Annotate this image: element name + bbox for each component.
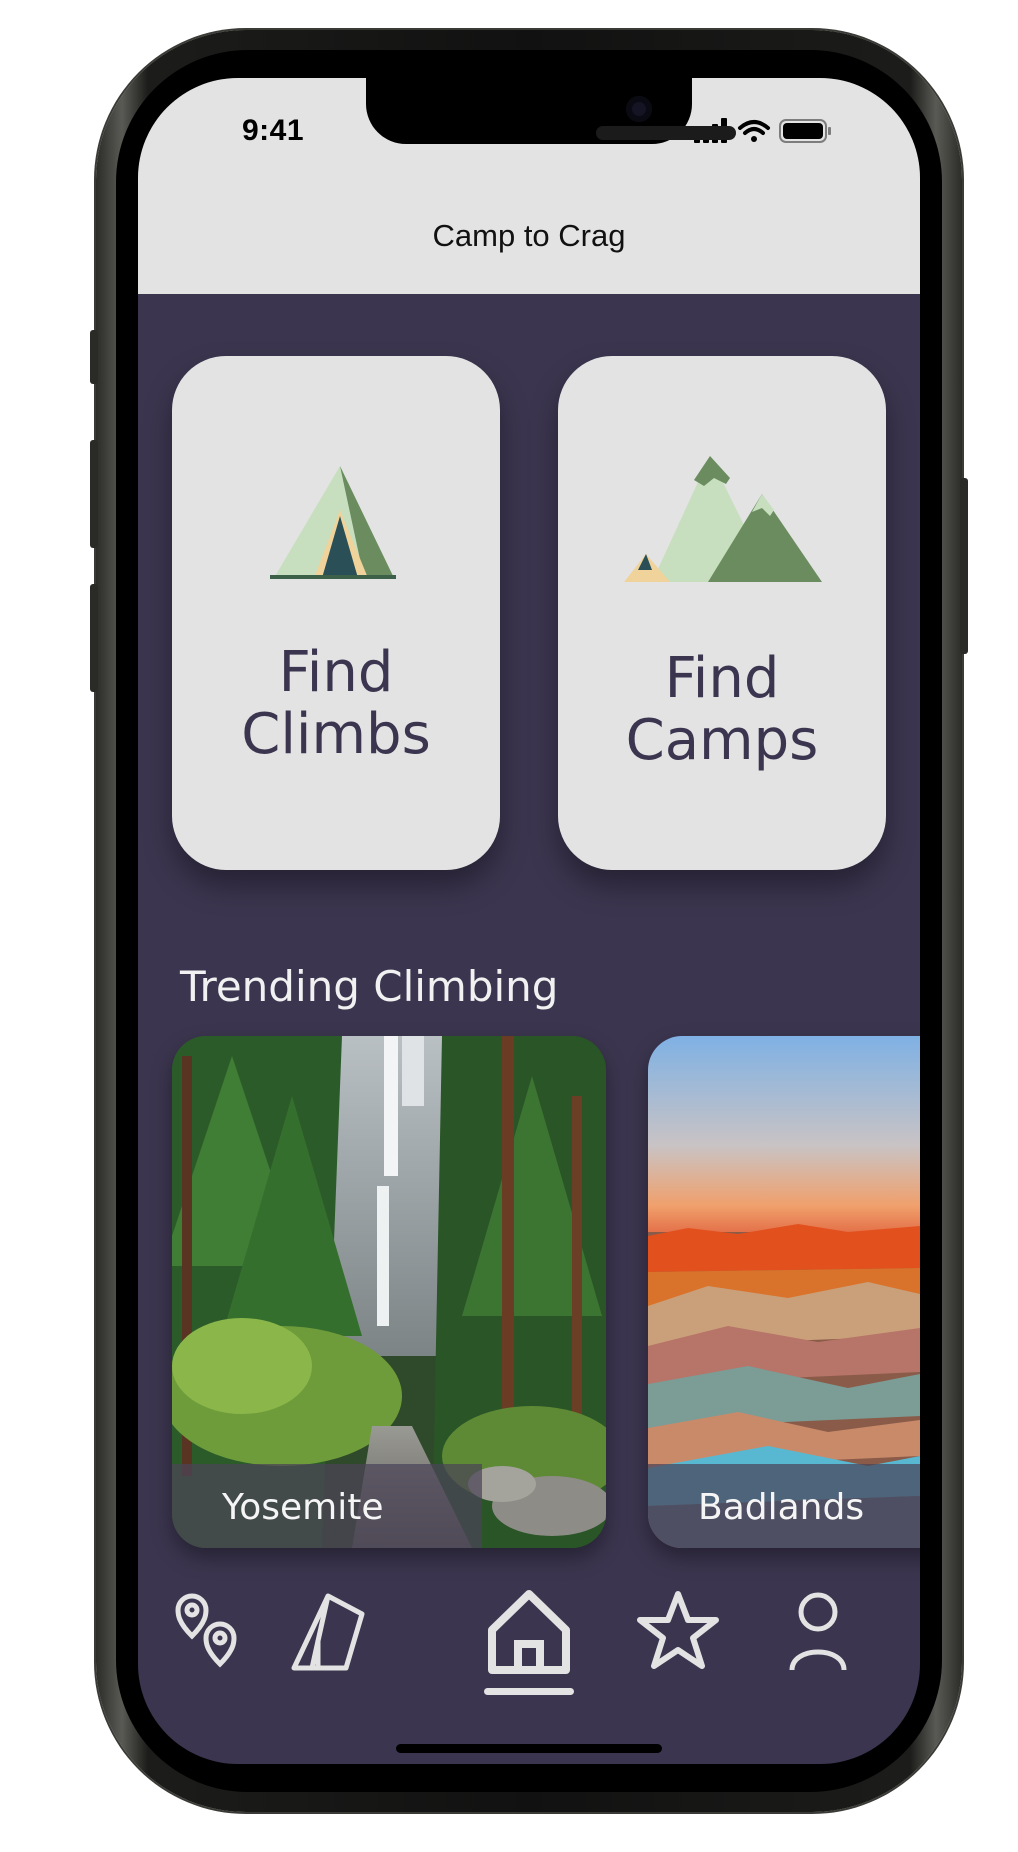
find-camps-line1: Find bbox=[664, 646, 780, 711]
find-camps-card[interactable]: Find Camps bbox=[558, 356, 886, 870]
power-button bbox=[960, 478, 968, 654]
tent-outline-icon[interactable] bbox=[288, 1590, 368, 1674]
trending-card-yosemite[interactable]: Yosemite bbox=[172, 1036, 606, 1548]
app-title: Camp to Crag bbox=[432, 218, 626, 253]
yosemite-label: Yosemite bbox=[222, 1487, 384, 1528]
tent-icon bbox=[270, 466, 396, 579]
front-camera bbox=[626, 96, 652, 122]
status-time: 9:41 bbox=[242, 114, 305, 147]
earpiece-speaker bbox=[596, 126, 736, 140]
wifi-icon bbox=[738, 120, 770, 142]
find-climbs-line2: Climbs bbox=[241, 702, 431, 767]
trending-card-badlands[interactable]: Badlands bbox=[648, 1036, 920, 1548]
app-screen: 9:41 Camp to Crag Find Climbs Find Camps… bbox=[138, 78, 920, 1764]
battery-icon bbox=[779, 119, 831, 143]
trending-title: Trending Climbing bbox=[180, 962, 559, 1011]
volume-up-button bbox=[90, 440, 98, 548]
bottom-nav bbox=[138, 1578, 920, 1698]
find-climbs-card[interactable]: Find Climbs bbox=[172, 356, 500, 870]
silent-switch bbox=[90, 330, 98, 384]
badlands-label: Badlands bbox=[698, 1487, 865, 1528]
home-active-indicator bbox=[484, 1688, 574, 1695]
star-icon[interactable] bbox=[636, 1590, 720, 1672]
profile-icon[interactable] bbox=[788, 1590, 848, 1674]
home-icon[interactable] bbox=[484, 1586, 574, 1676]
map-pins-icon[interactable] bbox=[172, 1592, 242, 1672]
find-climbs-line1: Find bbox=[278, 640, 394, 705]
home-indicator-bar bbox=[396, 1744, 662, 1753]
volume-down-button bbox=[90, 584, 98, 692]
mountains-icon bbox=[624, 456, 822, 582]
find-camps-line2: Camps bbox=[625, 708, 819, 773]
